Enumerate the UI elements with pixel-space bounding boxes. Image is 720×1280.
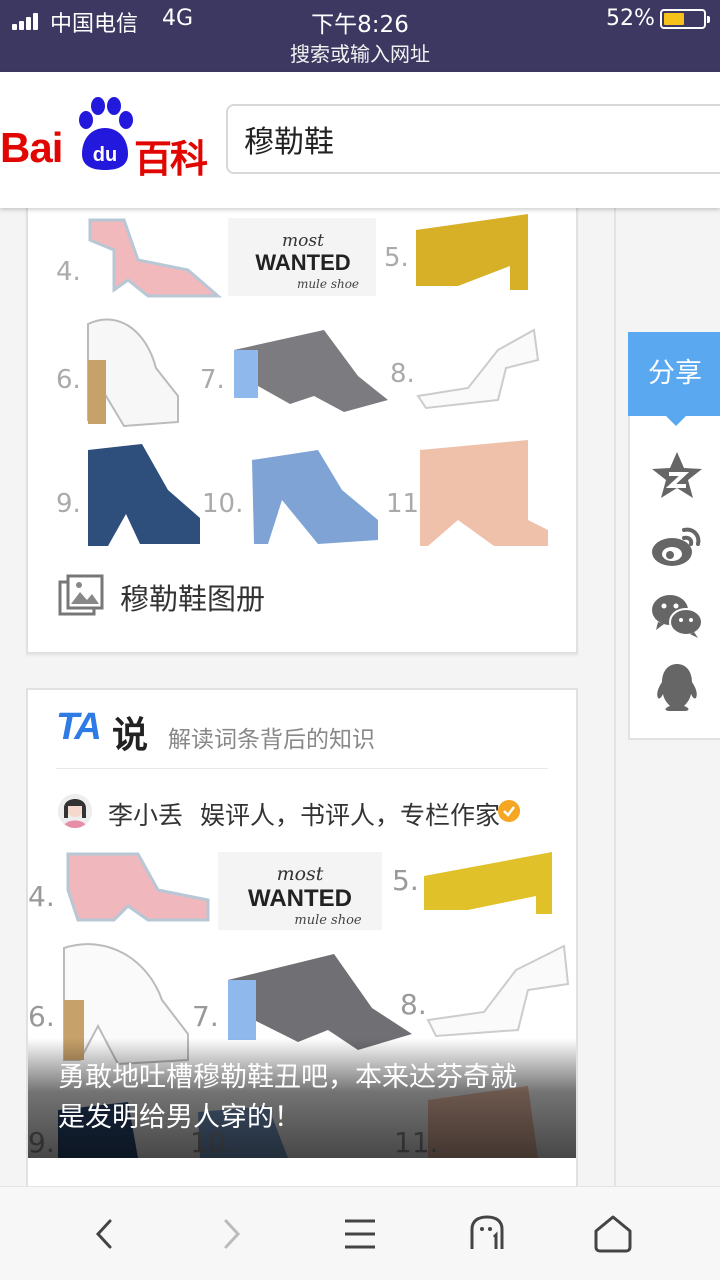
share-button-label: 分享 xyxy=(648,358,702,389)
svg-text:du: du xyxy=(93,144,117,166)
collage-label-10: 10. xyxy=(202,489,243,519)
gallery-card[interactable]: 4. most WANTED mule shoe 5. 6. 7. 8. 9. … xyxy=(26,208,578,654)
home-icon[interactable] xyxy=(588,1209,638,1259)
mule-shoe-collage-image[interactable]: 4. most WANTED mule shoe 5. 6. 7. 8. 9. … xyxy=(28,208,576,560)
site-header: Bai du 百科 xyxy=(0,72,720,208)
collage-label-9: 9. xyxy=(56,489,81,519)
collage-most: most xyxy=(282,231,324,251)
qzone-icon[interactable] xyxy=(650,450,704,500)
author-row[interactable]: 李小丢 娱评人，书评人，专栏作家 xyxy=(56,794,566,834)
ta-shuo-logo: TA 说 xyxy=(56,706,166,756)
qq-icon[interactable] xyxy=(650,662,704,712)
collage-label-4: 4. xyxy=(56,257,81,287)
article-most: most xyxy=(277,863,324,885)
verified-badge-icon xyxy=(498,800,520,822)
gallery-label[interactable]: 穆勒鞋图册 xyxy=(120,576,265,618)
logo-text-bai: Bai xyxy=(0,124,63,171)
collage-label-8: 8. xyxy=(390,359,415,389)
article-label-4: 4. xyxy=(28,880,55,913)
weibo-icon[interactable] xyxy=(650,520,704,570)
wechat-icon[interactable] xyxy=(650,590,704,640)
battery-percent: 52% xyxy=(606,6,655,31)
author-title: 娱评人，书评人，专栏作家 xyxy=(200,801,501,830)
ta-logo-text: TA xyxy=(56,706,102,748)
share-panel: 分享 xyxy=(628,332,720,740)
collage-wanted: WANTED xyxy=(255,250,350,275)
url-hint[interactable]: 搜索或输入网址 xyxy=(0,38,720,67)
article-wanted: WANTED xyxy=(248,885,352,912)
gallery-link[interactable]: 穆勒鞋图册 xyxy=(58,574,498,624)
collage-label-7: 7. xyxy=(200,365,225,395)
gallery-icon xyxy=(58,574,104,616)
article-label-7: 7. xyxy=(192,1000,219,1033)
article-label-8: 8. xyxy=(400,988,427,1021)
paw-icon: du xyxy=(79,97,133,170)
content-column[interactable]: 4. most WANTED mule shoe 5. 6. 7. 8. 9. … xyxy=(0,208,614,1186)
article-image[interactable]: 4. most WANTED mule shoe 5. 6. 7. 8. 勇敢地… xyxy=(28,850,576,1158)
ta-shuo-card[interactable]: TA 说 解读词条背后的知识 李小丢 娱评人，书评人，专栏作家 4. most … xyxy=(26,688,578,1186)
menu-icon[interactable] xyxy=(335,1209,385,1259)
ta-subtitle: 解读词条背后的知识 xyxy=(168,727,375,753)
share-button[interactable]: 分享 xyxy=(628,332,720,426)
back-icon[interactable] xyxy=(80,1209,130,1259)
collage-mule-shoe: mule shoe xyxy=(297,277,359,291)
forward-icon[interactable] xyxy=(206,1209,256,1259)
logo-text-baike: 百科 xyxy=(134,137,208,181)
browser-toolbar xyxy=(0,1186,720,1280)
tabs-icon[interactable] xyxy=(462,1209,512,1259)
search-input[interactable] xyxy=(244,114,704,164)
battery-icon xyxy=(660,9,710,29)
collage-label-6: 6. xyxy=(56,365,81,395)
article-caption[interactable]: 勇敢地吐槽穆勒鞋丑吧，本来达芬奇就 是发明给男人穿的！ xyxy=(58,1058,558,1138)
article-caption-line-1: 勇敢地吐槽穆勒鞋丑吧，本来达芬奇就 xyxy=(58,1062,517,1093)
shuo-logo-text: 说 xyxy=(112,715,149,756)
search-box[interactable] xyxy=(226,104,720,174)
baidu-baike-logo[interactable]: Bai du 百科 xyxy=(0,94,210,184)
collage-label-5: 5. xyxy=(384,243,409,273)
divider xyxy=(56,768,548,769)
article-mule-shoe: mule shoe xyxy=(294,913,362,928)
author-name[interactable]: 李小丢 xyxy=(108,796,183,832)
article-caption-line-2: 是发明给男人穿的！ xyxy=(58,1102,301,1133)
status-bar: 中国电信 4G 下午8:26 搜索或输入网址 52% xyxy=(0,0,720,72)
article-label-6: 6. xyxy=(28,1000,55,1033)
avatar[interactable] xyxy=(58,794,92,828)
article-label-5: 5. xyxy=(392,864,419,897)
